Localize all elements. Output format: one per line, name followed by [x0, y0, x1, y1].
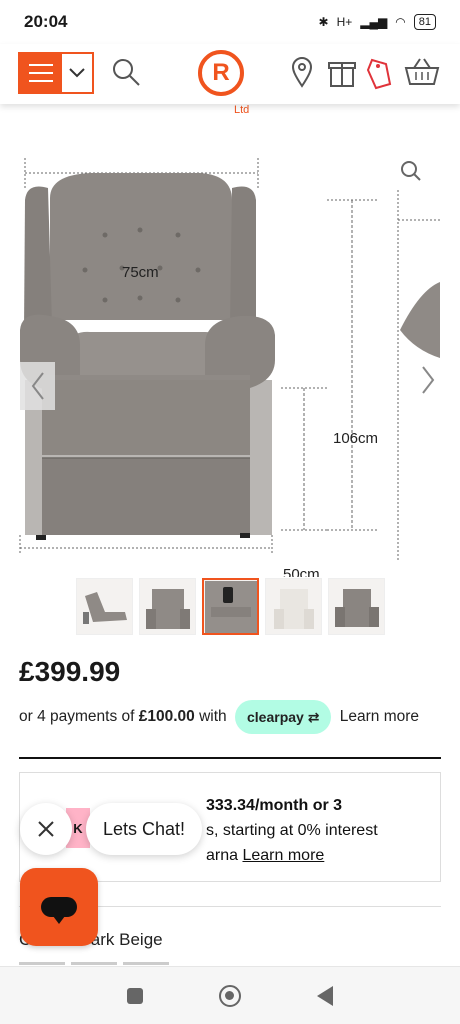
dim-top-width: 75cm [122, 264, 159, 281]
basket-icon[interactable] [402, 56, 442, 93]
chat-launcher-button[interactable] [20, 868, 98, 946]
hamburger-icon [20, 54, 62, 92]
location-pin-icon[interactable] [290, 56, 314, 93]
price-tag-icon[interactable] [364, 56, 392, 95]
zoom-icon[interactable] [400, 160, 422, 187]
home-button[interactable] [219, 984, 241, 1007]
status-icons: ✱ H+ ▂▄▆ ◠ 81 [319, 14, 436, 30]
thumbnail-cream[interactable] [265, 578, 322, 635]
product-gallery[interactable]: 75cm 106cm 50cm 79cm [0, 112, 460, 577]
prev-image-button[interactable] [20, 362, 55, 410]
klarna-learn-more-link[interactable]: Learn more [242, 847, 324, 864]
system-nav-bar [0, 966, 460, 1024]
thumbnail-pocket[interactable] [202, 578, 259, 635]
close-icon [38, 821, 54, 837]
chevron-down-icon [62, 54, 92, 92]
colour-swatches [19, 962, 169, 965]
klarna-line3: arna [206, 847, 239, 864]
pay-prefix: or 4 payments of [19, 708, 135, 726]
wifi-icon: ◠ [395, 15, 406, 29]
recent-apps-button[interactable] [127, 987, 143, 1004]
instalment-info: or 4 payments of £100.00 with clearpay ⇄… [19, 700, 439, 734]
chevron-left-icon [31, 372, 44, 400]
gift-icon[interactable] [328, 56, 356, 93]
thumbnail-front[interactable] [139, 578, 196, 635]
brand-fragment: Ltd [234, 104, 250, 116]
chair-dimensions-image [19, 158, 440, 560]
thumbnail-reclined[interactable] [76, 578, 133, 635]
site-header: R [0, 44, 460, 104]
clearpay-badge[interactable]: clearpay ⇄ [235, 700, 332, 734]
clearpay-learn-more-link[interactable]: Learn more [340, 708, 419, 725]
status-time: 20:04 [24, 12, 68, 31]
network-label: H+ [336, 15, 353, 29]
product-price: £399.99 [19, 656, 121, 687]
chat-close-button[interactable] [20, 803, 72, 855]
back-button[interactable] [317, 985, 333, 1006]
next-image-button[interactable] [420, 365, 436, 400]
status-bar: 20:04 ✱ H+ ▂▄▆ ◠ 81 [0, 0, 460, 44]
chevron-right-icon [422, 366, 435, 394]
clearpay-label: clearpay [247, 709, 304, 725]
section-divider [19, 757, 441, 759]
lets-chat-bubble[interactable]: Lets Chat! [86, 803, 202, 855]
thumbnail-side[interactable] [328, 578, 385, 635]
signal-icon: ▂▄▆ [360, 15, 388, 29]
dim-seat-height: 50cm [283, 566, 320, 577]
thumbnail-strip [76, 578, 385, 635]
pay-with: with [199, 708, 227, 726]
menu-button[interactable] [18, 52, 94, 94]
bluetooth-icon: ✱ [318, 15, 329, 29]
klarna-line1: 333.34/month or 3 [206, 797, 343, 814]
dim-height: 106cm [333, 430, 379, 447]
klarna-text: 333.34/month or 3 s, starting at 0% inte… [206, 793, 436, 868]
pay-amount: £100.00 [138, 708, 195, 726]
chat-icon [41, 897, 77, 924]
search-icon[interactable] [110, 56, 142, 93]
site-logo[interactable]: R [198, 50, 244, 96]
battery-icon: 81 [413, 14, 436, 30]
klarna-line2: s, starting at 0% interest [206, 822, 378, 839]
clearpay-arrows-icon: ⇄ [307, 709, 320, 725]
